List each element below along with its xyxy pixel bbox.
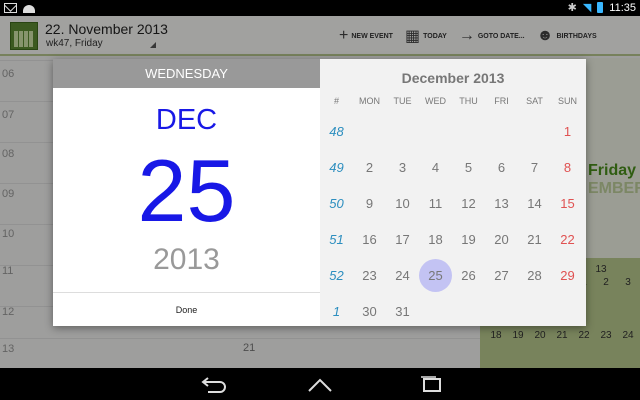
selected-year[interactable]: 2013 — [53, 243, 320, 277]
week-number[interactable]: 48 — [320, 124, 353, 139]
day-cell[interactable]: 22 — [551, 223, 584, 256]
day-cell[interactable]: 24 — [386, 259, 419, 292]
selected-day-of-week: WEDNESDAY — [53, 59, 320, 88]
day-cell[interactable]: 27 — [485, 259, 518, 292]
weekday-header: MON — [359, 96, 380, 106]
day-cell[interactable]: 8 — [551, 151, 584, 184]
week-number[interactable]: 1 — [320, 304, 353, 319]
day-cell[interactable]: 23 — [353, 259, 386, 292]
mail-icon — [4, 3, 17, 13]
day-cell[interactable]: 10 — [386, 187, 419, 220]
day-cell[interactable]: 14 — [518, 187, 551, 220]
day-cell[interactable]: 21 — [518, 223, 551, 256]
month-calendar: December 2013 # MON TUE WED THU FRI SAT SUN 48 1… — [320, 59, 586, 326]
date-picker-dialog: WEDNESDAY DEC 25 2013 Done December 2013… — [53, 59, 586, 326]
day-cell[interactable]: 12 — [452, 187, 485, 220]
day-cell[interactable]: 18 — [419, 223, 452, 256]
day-cell-selected[interactable]: 25 — [419, 259, 452, 292]
weekday-header: SAT — [526, 96, 543, 106]
weekday-header: TUE — [393, 96, 412, 106]
day-cell[interactable]: 7 — [518, 151, 551, 184]
day-cell[interactable]: 20 — [485, 223, 518, 256]
day-cell[interactable]: 11 — [419, 187, 452, 220]
android-icon — [23, 5, 35, 13]
day-cell[interactable]: 29 — [551, 259, 584, 292]
day-cell[interactable]: 9 — [353, 187, 386, 220]
day-cell[interactable]: 15 — [551, 187, 584, 220]
week-number[interactable]: 50 — [320, 196, 353, 211]
status-left-icons — [4, 1, 35, 13]
bluetooth-icon: ✱ — [567, 2, 577, 14]
week-number[interactable]: 49 — [320, 160, 353, 175]
day-cell[interactable]: 19 — [452, 223, 485, 256]
status-bar: ✱ ◥ 11:35 — [0, 0, 640, 16]
day-cell[interactable]: 3 — [386, 151, 419, 184]
navigation-bar — [0, 368, 640, 400]
day-cell[interactable]: 1 — [551, 115, 584, 148]
weekday-header: # — [333, 96, 339, 106]
home-icon[interactable] — [305, 374, 335, 394]
weekday-header: WED — [425, 96, 446, 106]
week-number[interactable]: 52 — [320, 268, 353, 283]
day-cell[interactable]: 16 — [353, 223, 386, 256]
wifi-icon: ◥ — [582, 2, 592, 14]
weekday-header: SUN — [557, 96, 577, 106]
back-icon[interactable] — [198, 374, 228, 394]
day-cell[interactable]: 26 — [452, 259, 485, 292]
weekday-header: FRI — [494, 96, 509, 106]
battery-icon — [597, 2, 604, 13]
day-cell[interactable]: 31 — [386, 295, 419, 328]
day-cell[interactable]: 4 — [419, 151, 452, 184]
day-cell[interactable]: 17 — [386, 223, 419, 256]
day-cell[interactable]: 30 — [353, 295, 386, 328]
done-button[interactable]: Done — [53, 292, 320, 326]
selected-date-pane: WEDNESDAY DEC 25 2013 Done — [53, 59, 320, 326]
day-cell[interactable]: 2 — [353, 151, 386, 184]
status-right-icons: ✱ ◥ 11:35 — [567, 1, 636, 15]
selected-month[interactable]: DEC — [53, 104, 320, 137]
day-cell[interactable]: 6 — [485, 151, 518, 184]
day-cell[interactable]: 13 — [485, 187, 518, 220]
weekday-header: THU — [459, 96, 478, 106]
month-title: December 2013 — [401, 70, 505, 86]
week-number[interactable]: 51 — [320, 232, 353, 247]
day-cell[interactable]: 28 — [518, 259, 551, 292]
recents-icon[interactable] — [416, 374, 446, 394]
status-time: 11:35 — [609, 1, 636, 14]
selected-day[interactable]: 25 — [53, 141, 320, 241]
day-cell[interactable]: 5 — [452, 151, 485, 184]
